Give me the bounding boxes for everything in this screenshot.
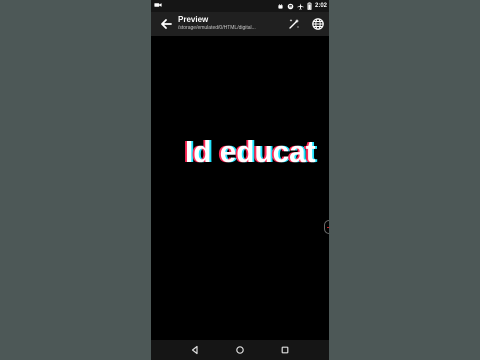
square-recent-icon[interactable] <box>279 344 291 356</box>
wand-sparkle-icon[interactable] <box>287 17 301 31</box>
preview-text: Id educat <box>185 134 316 169</box>
navigation-bar <box>151 340 329 360</box>
video-camera-icon <box>154 3 162 7</box>
globe-icon[interactable] <box>311 17 325 31</box>
phone-screen: 2:02 Preview /storage/emulated/0/HTML/di… <box>151 0 329 360</box>
status-icons: 2:02 <box>277 1 327 11</box>
airplane-icon <box>297 2 304 10</box>
message-icon <box>287 3 294 9</box>
triangle-back-icon[interactable] <box>189 344 201 356</box>
preview-content: Id educat <box>151 36 329 340</box>
back-arrow-icon[interactable] <box>158 16 174 32</box>
screenshot-background: 2:02 Preview /storage/emulated/0/HTML/di… <box>0 0 480 360</box>
circle-home-icon[interactable] <box>234 344 246 356</box>
android-icon <box>278 3 283 9</box>
battery-icon <box>307 2 312 10</box>
page-title: Preview <box>178 15 209 24</box>
status-time: 2:02 <box>314 3 327 9</box>
app-bar: Preview /storage/emulated/0/HTML/digital… <box>151 12 329 36</box>
edge-handle-icon[interactable] <box>324 220 329 234</box>
file-path: /storage/emulated/0/HTML/digital... <box>178 25 256 31</box>
status-bar: 2:02 <box>151 0 329 12</box>
